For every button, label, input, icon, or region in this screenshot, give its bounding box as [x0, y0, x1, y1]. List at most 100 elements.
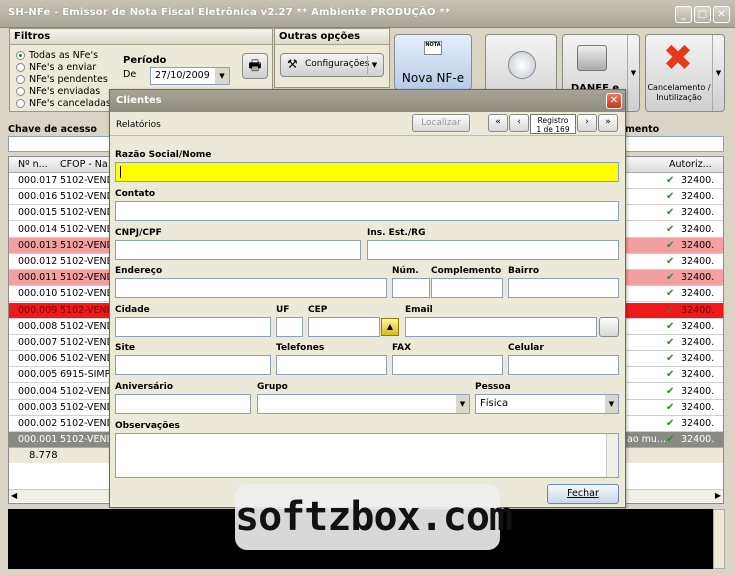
close-window-button[interactable]: ✕ — [713, 6, 730, 23]
radio-label: NFe's enviadas — [29, 85, 101, 97]
record-indicator: Registro 1 de 169 — [530, 114, 576, 134]
fechar-button[interactable]: Fechar — [547, 484, 619, 504]
cidade-field[interactable] — [115, 317, 271, 337]
relatorios-menu[interactable]: Relatórios — [116, 120, 161, 130]
arrow-left-icon[interactable]: ◀ — [11, 491, 17, 500]
radio-label: NFe's canceladas — [29, 97, 111, 109]
num-field[interactable] — [392, 278, 430, 298]
radio-a-enviar[interactable]: NFe's a enviar — [16, 61, 111, 73]
chevron-down-icon[interactable]: ▼ — [456, 395, 469, 413]
observacoes-textarea[interactable] — [115, 433, 619, 478]
chevron-down-icon[interactable]: ▼ — [712, 35, 724, 111]
label-celular: Celular — [508, 343, 544, 353]
check-icon: ✔ — [666, 272, 675, 284]
radio-canceladas[interactable]: NFe's canceladas — [16, 97, 111, 109]
cell-extra: ao mu... — [627, 434, 666, 446]
check-icon: ✔ — [666, 320, 675, 332]
header-autoriz[interactable]: Autoriz... — [669, 159, 712, 170]
cell-autoriz: 32400. — [681, 434, 715, 446]
pessoa-select[interactable]: Física ▼ — [475, 394, 619, 414]
cep-lookup-icon[interactable]: ▲ — [381, 318, 399, 336]
label-fax: FAX — [392, 343, 412, 353]
cell-autoriz: 32400. — [681, 385, 715, 397]
cep-field[interactable] — [308, 317, 380, 337]
cnpj-field[interactable] — [115, 240, 361, 260]
razao-field[interactable] — [115, 162, 619, 182]
check-icon: ✔ — [666, 337, 675, 348]
minimize-button[interactable]: _ — [675, 6, 692, 23]
complemento-field[interactable] — [431, 278, 503, 298]
grupo-select[interactable]: ▼ — [257, 394, 470, 414]
email-field[interactable] — [405, 317, 597, 337]
radio-pendentes[interactable]: NFe's pendentes — [16, 73, 111, 85]
label-complemento: Complemento — [431, 266, 502, 276]
chevron-down-icon[interactable]: ▼ — [367, 56, 381, 74]
radio-selected-icon — [16, 50, 25, 60]
header-cfop[interactable]: CFOP - Na — [60, 159, 108, 170]
label-aniversario: Aniversário — [115, 382, 174, 392]
celular-field[interactable] — [508, 355, 619, 375]
cell-autoriz: 32400. — [681, 418, 715, 429]
email-send-button[interactable] — [599, 317, 619, 337]
cell-num: 000.007 — [18, 337, 58, 348]
cell-num: 000.015 — [18, 207, 58, 219]
date-field[interactable]: 27/10/2009 ▼ — [150, 67, 230, 85]
radio-icon — [16, 86, 25, 96]
red-x-icon: ✖ — [662, 38, 694, 79]
check-icon: ✔ — [666, 239, 675, 251]
label-cep: CEP — [308, 305, 328, 315]
log-scrollbar[interactable] — [713, 509, 725, 569]
cell-num: 000.002 — [18, 418, 58, 429]
bairro-field[interactable] — [508, 278, 619, 298]
next-record-button[interactable]: › — [577, 114, 597, 132]
check-icon: ✔ — [666, 385, 675, 397]
cell-num: 000.004 — [18, 385, 58, 397]
contato-field[interactable] — [115, 201, 619, 221]
check-icon: ✔ — [666, 288, 675, 300]
check-icon: ✔ — [666, 256, 675, 267]
print-small-button[interactable]: 🖶 — [242, 53, 268, 79]
uf-field[interactable] — [276, 317, 303, 337]
watermark-logo: softzbox.com — [235, 484, 513, 550]
localizar-button[interactable]: Localizar — [412, 114, 470, 132]
chevron-down-icon[interactable]: ▼ — [215, 68, 229, 84]
cell-cfop: 6915-SIMP — [60, 369, 111, 381]
header-num[interactable]: Nº n... — [18, 159, 48, 170]
chevron-down-icon[interactable]: ▼ — [605, 395, 618, 413]
label-email: Email — [405, 305, 433, 315]
cell-num: 000.003 — [18, 401, 58, 413]
cell-cfop: 5102-VEND — [60, 385, 114, 397]
radio-enviadas[interactable]: NFe's enviadas — [16, 85, 111, 97]
first-record-button[interactable]: « — [488, 114, 508, 132]
cell-autoriz: 32400. — [681, 304, 715, 316]
endereco-field[interactable] — [115, 278, 387, 298]
ie-field[interactable] — [367, 240, 619, 260]
telefones-field[interactable] — [276, 355, 387, 375]
cell-cfop: 5102-VEND — [60, 353, 114, 365]
radio-icon — [16, 74, 25, 84]
cancelamento-button[interactable]: ✖ Cancelamento / Inutilização ▼ — [645, 34, 725, 112]
fax-field[interactable] — [392, 355, 503, 375]
label-num: Núm. — [392, 266, 419, 276]
cell-autoriz: 32400. — [681, 256, 715, 267]
cell-autoriz: 32400. — [681, 320, 715, 332]
site-field[interactable] — [115, 355, 271, 375]
prev-record-button[interactable]: ‹ — [509, 114, 529, 132]
label-grupo: Grupo — [257, 382, 288, 392]
arrow-right-icon[interactable]: ▶ — [715, 491, 721, 500]
last-record-button[interactable]: » — [598, 114, 618, 132]
aniversario-field[interactable] — [115, 394, 251, 414]
radio-todas[interactable]: Todas as NFe's — [16, 49, 111, 61]
check-icon: ✔ — [666, 369, 675, 381]
cell-cfop: 5102-VEND — [60, 272, 114, 284]
chevron-down-icon[interactable]: ▼ — [627, 35, 639, 111]
nova-nfe-button[interactable]: NOTA Nova NF-e — [394, 34, 472, 90]
printer-icon — [577, 45, 607, 71]
filter-options: Todas as NFe's NFe's a enviar NFe's pend… — [16, 49, 111, 109]
dialog-close-button[interactable]: ✕ — [606, 93, 622, 109]
configuracoes-button[interactable]: ⚒ Configurações ▼ — [280, 53, 384, 77]
maximize-button[interactable]: □ — [694, 6, 711, 23]
window-title: SH-NFe - Emissor de Nota Fiscal Eletrôni… — [8, 7, 451, 18]
observacoes-scrollbar[interactable] — [606, 434, 618, 477]
cell-cfop: 5102-VEND — [60, 223, 114, 235]
